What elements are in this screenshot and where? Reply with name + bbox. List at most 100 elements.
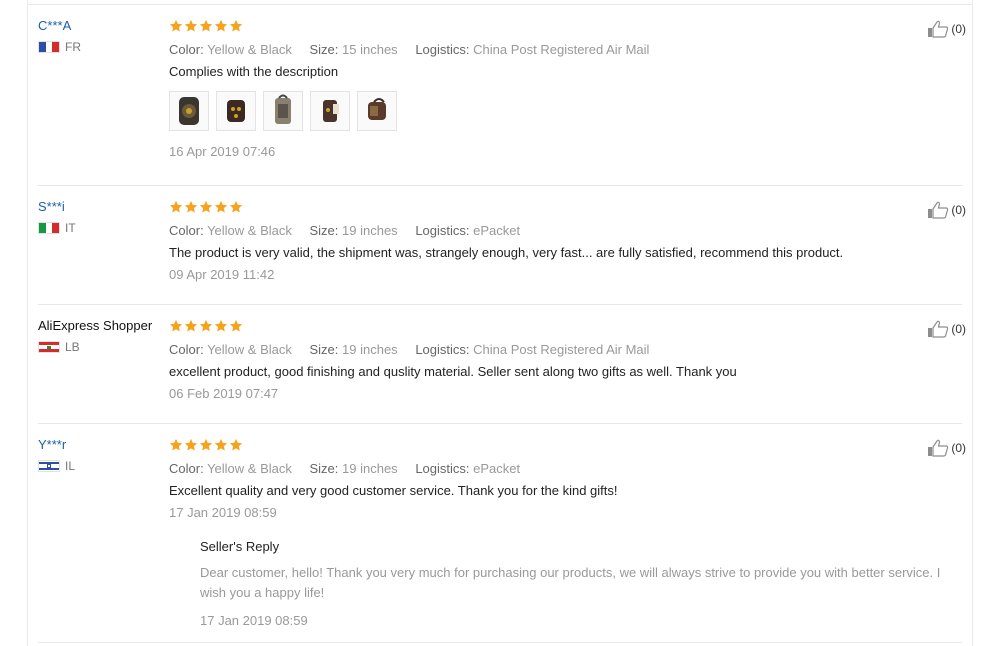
seller-reply-date: 17 Jan 2019 08:59 — [200, 613, 308, 628]
reviewer-name: C***A — [38, 18, 72, 33]
thumbs-up-icon — [928, 20, 949, 38]
star-icon — [184, 438, 198, 451]
star-icon — [169, 438, 183, 451]
logistics-label: Logistics: — [415, 42, 470, 57]
reviewer-name: S***i — [38, 199, 65, 214]
review-content: Color: Yellow & Black Size: 19 inches Lo… — [169, 318, 939, 401]
country-code: IT — [65, 221, 76, 235]
logistics-label: Logistics: — [415, 342, 470, 357]
logistics-value: China Post Registered Air Mail — [473, 42, 650, 57]
top-divider — [27, 4, 973, 5]
logistics-label: Logistics: — [415, 461, 470, 476]
star-icon — [199, 200, 213, 213]
review-divider — [38, 185, 962, 186]
color-value: Yellow & Black — [207, 461, 292, 476]
reviewer-country: LB — [38, 340, 80, 354]
like-count: (0) — [951, 203, 966, 217]
thumbs-up-icon — [928, 439, 949, 457]
review-photo[interactable] — [169, 91, 209, 131]
size-label: Size: — [309, 461, 339, 476]
star-icon — [214, 200, 228, 213]
size-value: 19 inches — [342, 461, 398, 476]
size-label: Size: — [309, 223, 339, 238]
star-icon — [229, 200, 243, 213]
star-icon — [199, 438, 213, 451]
logistics-value: ePacket — [473, 461, 521, 476]
star-icon — [169, 19, 183, 32]
reviewer-name: AliExpress Shopper — [38, 318, 153, 333]
like-button[interactable]: (0) — [927, 201, 966, 219]
color-value: Yellow & Black — [207, 223, 292, 238]
reviewer-country: FR — [38, 40, 81, 54]
star-icon — [214, 319, 228, 332]
logistics-value: China Post Registered Air Mail — [473, 342, 650, 357]
israel-flag-icon — [38, 460, 60, 472]
review-content: Color: Yellow & Black Size: 19 inches Lo… — [169, 199, 939, 282]
order-attributes: Color: Yellow & Black Size: 19 inches Lo… — [169, 342, 939, 357]
thumbs-up-icon — [928, 320, 949, 338]
star-rating — [169, 199, 939, 215]
size-value: 19 inches — [342, 223, 398, 238]
review-content: Color: Yellow & Black Size: 19 inches Lo… — [169, 437, 940, 628]
country-code: LB — [65, 340, 80, 354]
star-icon — [214, 19, 228, 32]
color-value: Yellow & Black — [207, 342, 292, 357]
star-icon — [199, 19, 213, 32]
thumbs-up-icon — [928, 201, 949, 219]
logistics-label: Logistics: — [415, 223, 470, 238]
seller-reply: Seller's Reply Dear customer, hello! Tha… — [200, 539, 940, 628]
star-icon — [199, 319, 213, 332]
star-rating — [169, 18, 939, 34]
star-icon — [184, 200, 198, 213]
like-count: (0) — [951, 22, 966, 36]
star-rating — [169, 318, 939, 334]
review-text: The product is very valid, the shipment … — [169, 245, 844, 260]
review-content: Color: Yellow & Black Size: 15 inches Lo… — [169, 18, 939, 159]
size-value: 19 inches — [342, 342, 398, 357]
size-label: Size: — [309, 42, 339, 57]
star-icon — [184, 319, 198, 332]
review-divider — [38, 642, 962, 643]
star-icon — [214, 438, 228, 451]
color-value: Yellow & Black — [207, 42, 292, 57]
seller-reply-title: Seller's Reply — [200, 539, 280, 554]
size-label: Size: — [309, 342, 339, 357]
review-divider — [38, 304, 962, 305]
review-photos — [169, 91, 939, 131]
color-label: Color: — [169, 342, 204, 357]
star-icon — [169, 319, 183, 332]
country-code: IL — [65, 459, 76, 473]
star-icon — [229, 319, 243, 332]
review-photo[interactable] — [357, 91, 397, 131]
seller-reply-text: Dear customer, hello! Thank you very muc… — [200, 565, 941, 600]
size-value: 15 inches — [342, 42, 398, 57]
like-count: (0) — [951, 441, 966, 455]
like-button[interactable]: (0) — [927, 20, 966, 38]
order-attributes: Color: Yellow & Black Size: 19 inches Lo… — [169, 461, 939, 476]
review-text: Excellent quality and very good customer… — [169, 483, 618, 498]
review-photo[interactable] — [310, 91, 350, 131]
like-button[interactable]: (0) — [927, 439, 966, 457]
review-date: 17 Jan 2019 08:59 — [169, 505, 277, 520]
france-flag-icon — [38, 41, 60, 53]
review-photo[interactable] — [263, 91, 303, 131]
italy-flag-icon — [38, 222, 60, 234]
order-attributes: Color: Yellow & Black Size: 19 inches Lo… — [169, 223, 939, 238]
country-code: FR — [65, 40, 81, 54]
review-text: excellent product, good finishing and qu… — [169, 364, 737, 379]
star-icon — [229, 19, 243, 32]
reviewer-country: IT — [38, 221, 76, 235]
review-date: 06 Feb 2019 07:47 — [169, 386, 279, 401]
color-label: Color: — [169, 461, 204, 476]
order-attributes: Color: Yellow & Black Size: 15 inches Lo… — [169, 42, 939, 57]
color-label: Color: — [169, 223, 204, 238]
star-icon — [229, 438, 243, 451]
reviewer-name: Y***r — [38, 437, 67, 452]
star-icon — [169, 200, 183, 213]
review-photo[interactable] — [216, 91, 256, 131]
star-icon — [184, 19, 198, 32]
like-button[interactable]: (0) — [927, 320, 966, 338]
lebanon-flag-icon — [38, 341, 60, 353]
like-count: (0) — [951, 322, 966, 336]
review-divider — [38, 423, 962, 424]
